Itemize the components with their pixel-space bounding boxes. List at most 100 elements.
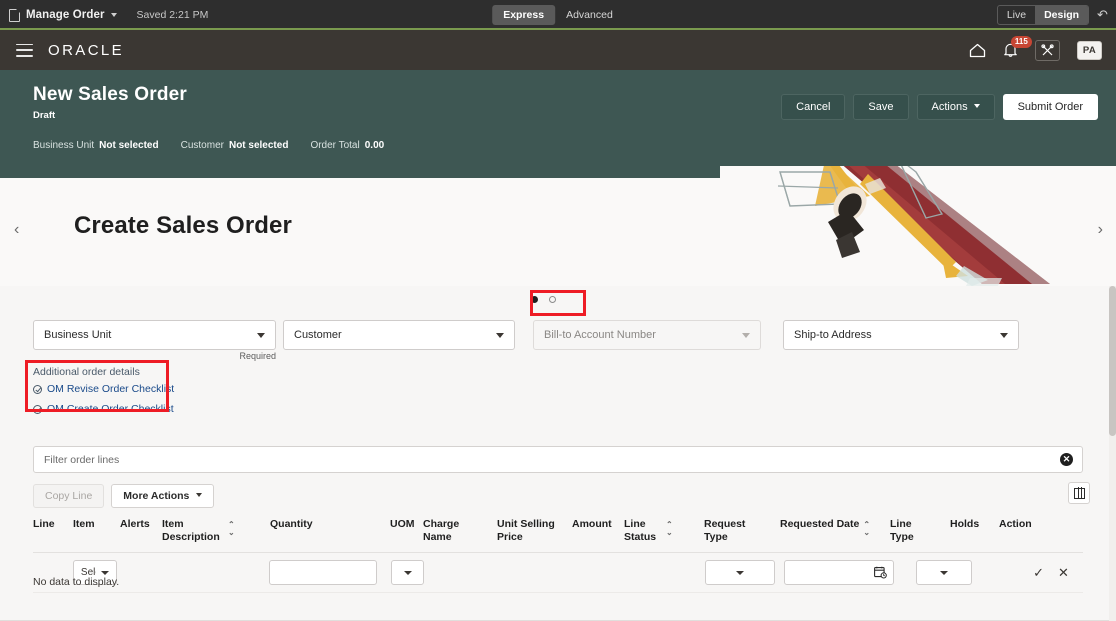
column-label: Item Description [162,518,224,544]
ship-to-address-select[interactable]: Ship-to Address [783,320,1019,350]
chevron-down-icon [257,333,265,338]
cell-request-type [705,560,781,585]
column-header-item: Item [73,516,120,531]
column-header-charge-name: Charge Name [423,516,497,544]
tab-live[interactable]: Live [998,6,1035,24]
hero-title: Create Sales Order [74,212,292,240]
filter-order-lines-input[interactable]: Filter order lines ✕ [33,446,1083,473]
designer-top-bar: Manage Order Saved 2:21 PM Express Advan… [0,0,1116,30]
column-label: Request Type [704,518,750,544]
cell-quantity [269,560,389,585]
chevron-down-icon[interactable] [111,13,117,17]
vertical-scrollbar[interactable] [1109,286,1116,621]
carousel-dot-1[interactable] [531,296,538,303]
column-header-line: Line [33,516,73,531]
chevron-down-icon [404,571,412,575]
customer-select[interactable]: Customer [283,320,515,350]
cell-uom [391,560,424,585]
business-unit-label: Business Unit [44,329,111,341]
chevron-down-icon [101,571,109,575]
column-header-line-status[interactable]: Line Status [624,516,704,544]
home-icon[interactable] [969,43,986,58]
column-header-line-type: Line Type [890,516,950,544]
chevron-down-icon [496,333,504,338]
chevron-down-icon [1000,333,1008,338]
copy-line-button[interactable]: Copy Line [33,484,104,508]
additional-order-details: Additional order details OM Revise Order… [33,366,34,423]
check-icon[interactable]: ✓ [1033,566,1044,579]
cancel-button[interactable]: Cancel [781,94,845,120]
carousel-dot-2[interactable] [549,296,556,303]
chevron-left-icon[interactable]: ‹ [14,224,19,236]
tab-express[interactable]: Express [492,5,555,25]
table-header-row: Line Item Alerts Item Description Quanti… [33,516,1083,553]
column-label: Line [33,518,55,531]
line-type-select[interactable] [916,560,972,585]
close-icon[interactable]: ✕ [1058,566,1069,579]
ship-to-address-label: Ship-to Address [794,329,872,341]
avatar[interactable]: PA [1077,41,1102,60]
chevron-down-icon [974,104,980,108]
tab-design[interactable]: Design [1035,6,1088,24]
column-label: Alerts [120,518,150,531]
quantity-input[interactable] [269,560,377,585]
preview-toggle-group: Live Design [997,5,1089,25]
actions-button-label: Actions [932,101,968,113]
chevron-down-icon [742,333,750,338]
actions-button[interactable]: Actions [917,94,995,120]
column-label: Requested Date [780,518,859,531]
save-button[interactable]: Save [853,94,908,120]
cell-line-type [916,560,976,585]
crane-illustration [720,166,1116,286]
requested-date-input[interactable] [784,560,894,585]
notifications-bell[interactable]: 115 [1003,42,1018,58]
uom-select[interactable] [391,560,424,585]
meta-label-order-total: Order Total [310,140,359,151]
chevron-down-icon [736,571,744,575]
sort-icon[interactable] [666,520,673,538]
om-revise-order-checklist-link[interactable]: OM Revise Order Checklist [33,383,34,395]
table-row: Sele [33,553,1083,593]
tools-icon[interactable] [1035,40,1060,61]
request-type-select[interactable] [705,560,775,585]
application-root: Manage Order Saved 2:21 PM Express Advan… [0,0,1116,621]
column-label: Charge Name [423,518,473,544]
order-lines-table: Line Item Alerts Item Description Quanti… [33,516,1083,593]
business-unit-select[interactable]: Business Unit [33,320,276,350]
customer-label: Customer [294,329,342,341]
document-icon [9,9,20,22]
undo-icon[interactable]: ↷ [1097,7,1108,23]
carousel-pagination [531,296,556,303]
columns-glyph [1074,488,1085,499]
bill-to-account-number-select[interactable]: Bill-to Account Number [533,320,761,350]
hamburger-menu-icon[interactable] [16,44,33,57]
calendar-clock-icon[interactable] [874,566,887,584]
submit-order-button[interactable]: Submit Order [1003,94,1098,120]
scrollbar-thumb[interactable] [1109,286,1116,436]
more-actions-button[interactable]: More Actions [111,484,214,508]
column-label: Amount [572,518,612,531]
global-header-actions: 115 PA [969,40,1116,61]
check-circle-icon [33,385,42,394]
column-label: Line Type [890,518,918,544]
column-header-requested-date[interactable]: Requested Date [780,516,890,538]
column-label: Quantity [270,518,313,531]
columns-layout-icon[interactable] [1068,482,1090,504]
business-unit-required-note: Required [239,351,276,361]
check-circle-icon [33,405,42,414]
om-revise-order-checklist-label: OM Revise Order Checklist [47,383,174,395]
sort-icon[interactable] [228,520,235,538]
column-header-item-description[interactable]: Item Description [162,516,270,544]
column-header-uom: UOM [390,516,423,531]
om-create-order-checklist-link[interactable]: OM Create Order Checklist [33,403,34,415]
oracle-brand-logo: ORACLE [48,42,124,59]
cell-requested-date [784,560,894,585]
main-content: Business Unit Required Customer Bill-to … [0,286,1116,621]
tab-advanced[interactable]: Advanced [555,5,624,25]
designer-bar-left: Manage Order Saved 2:21 PM [0,9,208,22]
annotation-carousel-highlight [530,290,586,316]
sort-icon[interactable] [863,520,870,538]
column-label: Holds [950,518,979,531]
clear-circle-icon[interactable]: ✕ [1060,453,1073,466]
chevron-right-icon[interactable]: › [1098,224,1103,236]
